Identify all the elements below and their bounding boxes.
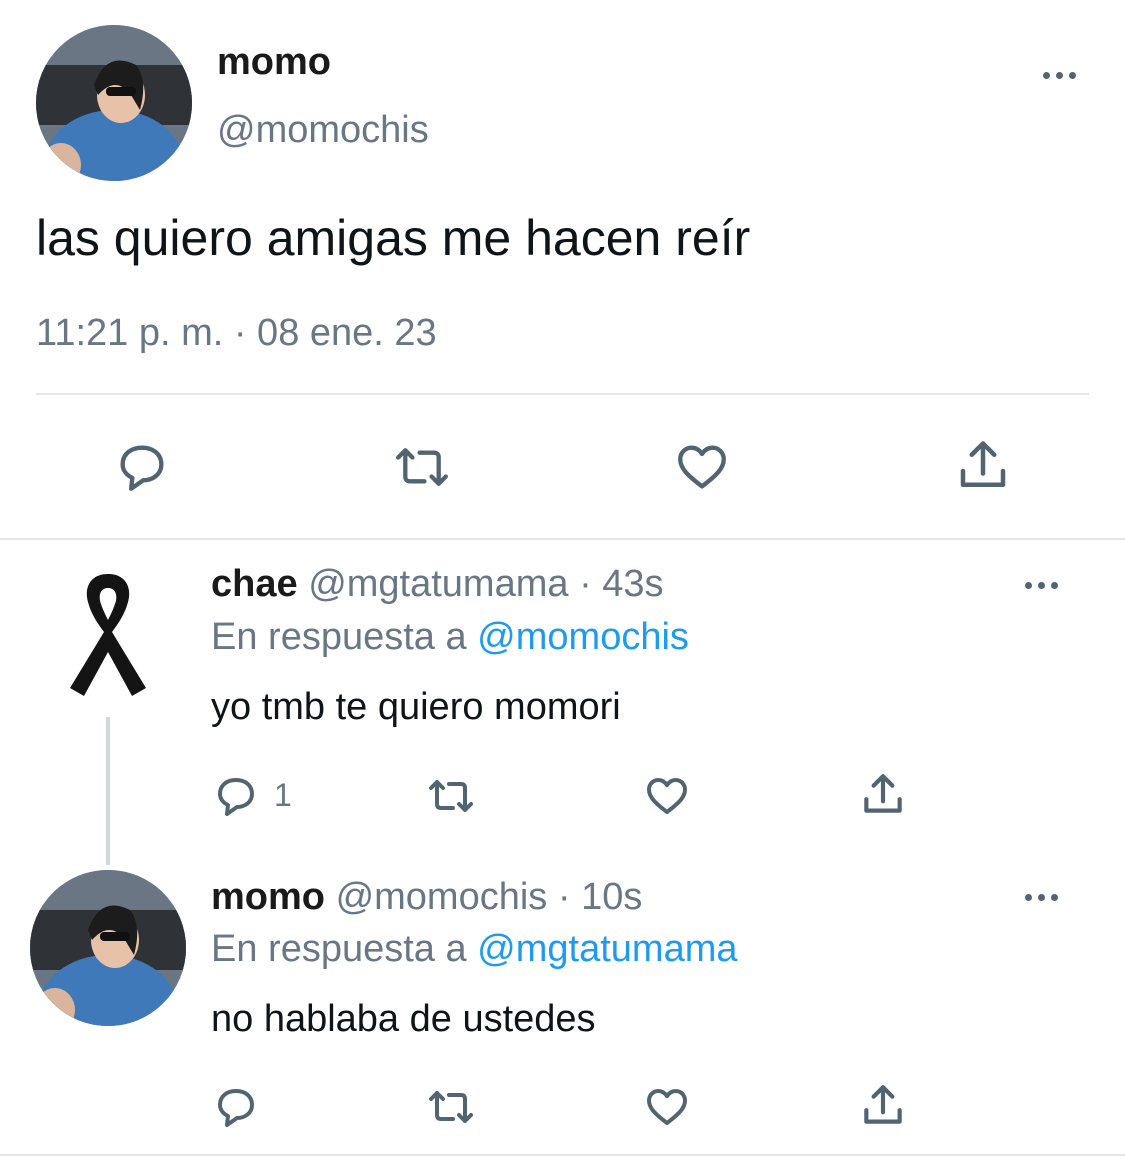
- reply-text: yo tmb te quiero momori: [211, 686, 621, 728]
- display-name[interactable]: momo: [211, 876, 325, 918]
- black-ribbon-icon: [70, 574, 146, 696]
- tweet-text: las quiero amigas me hacen reír: [36, 210, 751, 266]
- more-options-icon[interactable]: [1042, 69, 1082, 81]
- retweet-icon[interactable]: [424, 772, 478, 820]
- reply-prefix: En respuesta a: [211, 616, 467, 658]
- like-icon[interactable]: [643, 1083, 691, 1131]
- user-handle[interactable]: @momochis: [217, 108, 429, 152]
- reply-time[interactable]: · 43s: [579, 563, 663, 605]
- like-icon[interactable]: [643, 772, 691, 820]
- reply-header: chae @mgtatumama · 43s: [211, 562, 664, 606]
- reply-time[interactable]: · 10s: [558, 876, 642, 918]
- avatar[interactable]: [60, 570, 156, 702]
- mention-link[interactable]: @mgtatumama: [477, 928, 737, 970]
- reply-prefix: En respuesta a: [211, 928, 467, 970]
- reply-icon[interactable]: [212, 772, 260, 820]
- divider: [0, 1154, 1125, 1156]
- user-photo: [30, 870, 186, 1026]
- divider: [36, 393, 1089, 395]
- user-handle[interactable]: @momochis: [336, 876, 548, 918]
- share-icon[interactable]: [858, 770, 908, 820]
- avatar[interactable]: [36, 25, 192, 181]
- divider: [0, 538, 1125, 540]
- reply-icon[interactable]: [212, 1083, 260, 1131]
- mention-link[interactable]: @momochis: [477, 616, 689, 658]
- reply-count: 1: [274, 777, 292, 813]
- reply-context: En respuesta a @momochis: [211, 615, 689, 659]
- display-name[interactable]: chae: [211, 563, 298, 605]
- share-icon[interactable]: [858, 1081, 908, 1131]
- user-handle[interactable]: @mgtatumama: [308, 563, 568, 605]
- tweet-timestamp[interactable]: 11:21 p. m. · 08 ene. 23: [36, 310, 437, 356]
- share-icon[interactable]: [953, 436, 1013, 496]
- user-photo: [36, 25, 192, 181]
- reply-text: no hablaba de ustedes: [211, 998, 596, 1040]
- more-options-icon[interactable]: [1024, 579, 1064, 591]
- like-icon[interactable]: [673, 438, 731, 496]
- reply-context: En respuesta a @mgtatumama: [211, 927, 738, 971]
- retweet-icon[interactable]: [391, 438, 453, 496]
- thread-line: [106, 717, 110, 865]
- retweet-icon[interactable]: [424, 1083, 478, 1131]
- avatar[interactable]: [30, 870, 186, 1026]
- display-name[interactable]: momo: [217, 40, 331, 84]
- reply-header: momo @momochis · 10s: [211, 875, 642, 919]
- more-options-icon[interactable]: [1024, 891, 1064, 903]
- reply-icon[interactable]: [113, 438, 171, 496]
